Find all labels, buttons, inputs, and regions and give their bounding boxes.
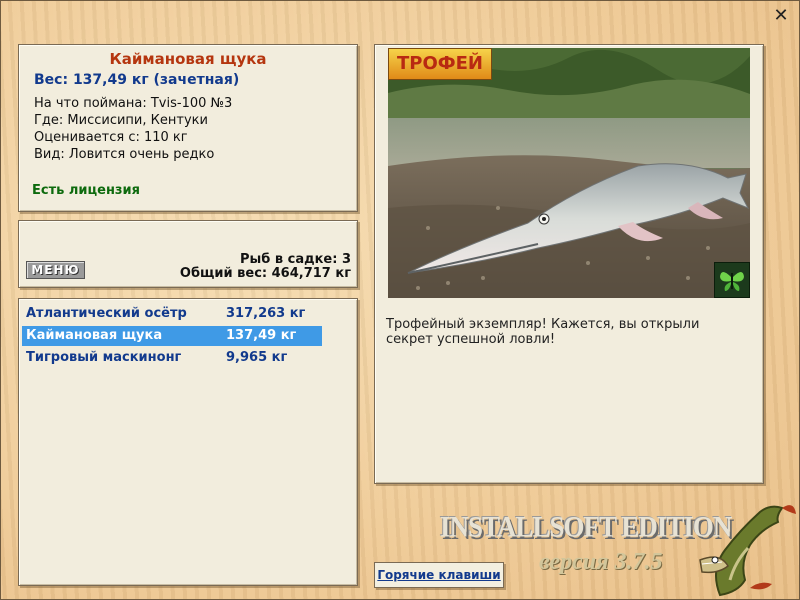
- fish-name: Каймановая щука: [109, 50, 267, 68]
- list-item-weight: 317,263 кг: [226, 306, 306, 321]
- list-item[interactable]: Атлантический осётр 317,263 кг: [22, 304, 322, 324]
- location-line: Где: Миссисипи, Кентуки: [34, 113, 208, 128]
- list-item-weight: 9,965 кг: [226, 350, 288, 365]
- list-item[interactable]: Тигровый маскинонг 9,965 кг: [22, 348, 322, 368]
- hotkeys-button[interactable]: Горячие клавиши: [374, 562, 504, 588]
- trophy-panel: ТРОФЕЙ Трофейный экземпляр! Кажется, вы …: [374, 44, 764, 484]
- list-item[interactable]: Каймановая щука 137,49 кг: [22, 326, 322, 346]
- trophy-description: Трофейный экземпляр! Кажется, вы открыли…: [386, 317, 700, 347]
- cage-panel: МЕНЮ Рыб в садке: 3 Общий вес: 464,717 к…: [18, 220, 358, 288]
- butterfly-icon-shape: [720, 272, 744, 291]
- close-icon[interactable]: ✕: [771, 6, 791, 26]
- trophy-badge: ТРОФЕЙ: [388, 48, 492, 80]
- fish-photo-image: [388, 48, 750, 298]
- hotkeys-label: Горячие клавиши: [377, 568, 501, 582]
- fish-count: Рыб в садке: 3: [239, 252, 351, 267]
- butterfly-icon[interactable]: [714, 262, 750, 298]
- bait-line: На что поймана: Tvis-100 №3: [34, 96, 233, 111]
- license-status: Есть лицензия: [32, 183, 140, 198]
- list-item-weight: 137,49 кг: [226, 328, 297, 343]
- list-item-name: Тигровый маскинонг: [26, 350, 182, 365]
- rarity-line: Вид: Ловится очень редко: [34, 147, 215, 162]
- min-weight-line: Оценивается с: 110 кг: [34, 130, 188, 145]
- fish-photo: ТРОФЕЙ: [388, 48, 750, 298]
- catch-list: Атлантический осётр 317,263 кг Кайманова…: [18, 298, 358, 586]
- version-label: версия 3.7.5: [539, 549, 663, 575]
- fish-weight: Вес: 137,49 кг (зачетная): [34, 72, 240, 88]
- list-item-name: Каймановая щука: [26, 328, 163, 343]
- total-weight: Общий вес: 464,717 кг: [179, 266, 351, 281]
- brand-title: INSTALLSOFT EDITION: [440, 510, 732, 544]
- trophy-badge-label: ТРОФЕЙ: [397, 53, 483, 74]
- menu-button[interactable]: МЕНЮ: [26, 261, 85, 279]
- list-item-name: Атлантический осётр: [26, 306, 187, 321]
- pike-logo: [699, 505, 796, 597]
- fish-info-panel: Каймановая щука Вес: 137,49 кг (зачетная…: [18, 44, 358, 212]
